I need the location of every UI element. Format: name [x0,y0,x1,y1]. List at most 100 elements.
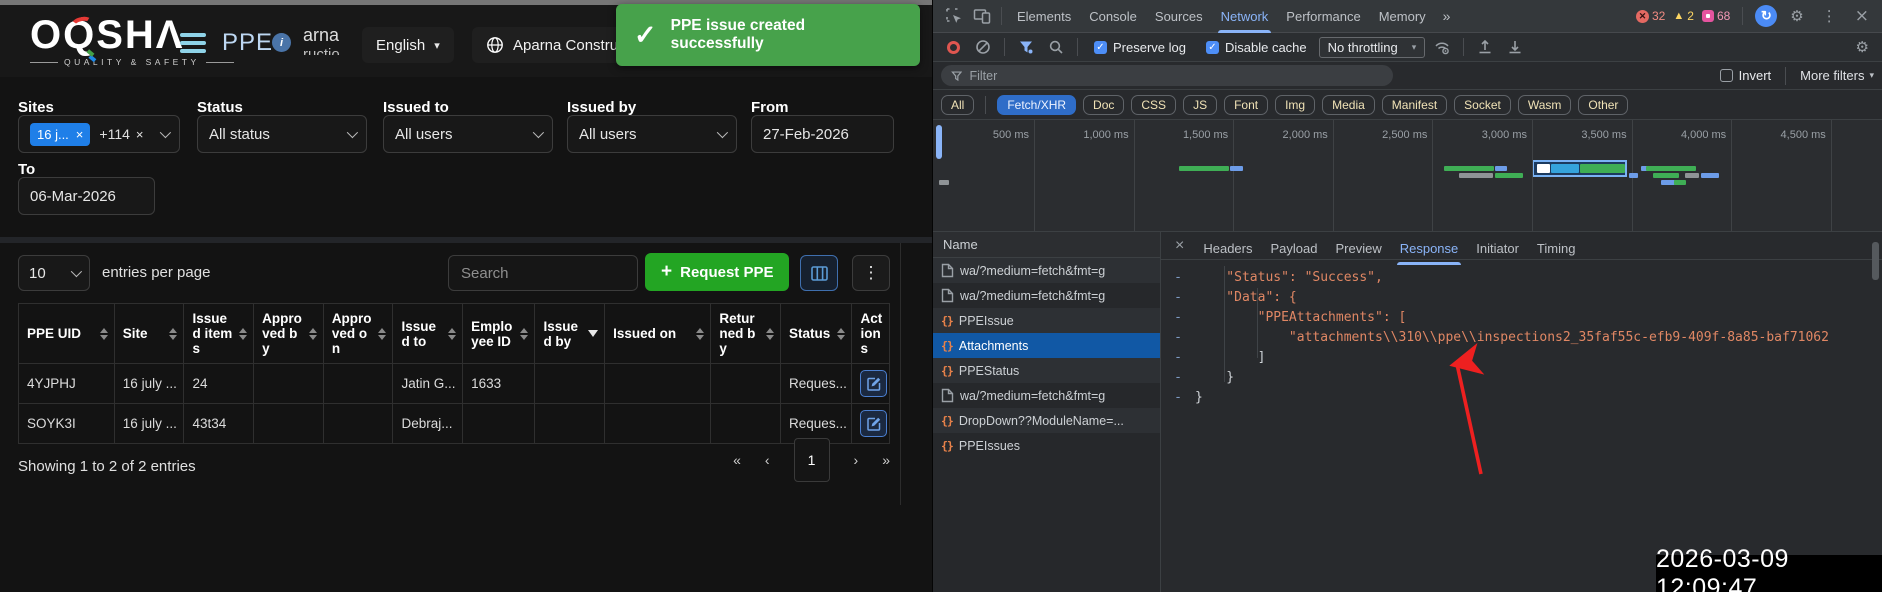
filter-funnel-icon[interactable] [1013,35,1039,59]
chip-css[interactable]: CSS [1131,95,1176,115]
to-date-input[interactable]: 06-Mar-2026 [18,177,155,215]
hamburger-menu-icon[interactable] [180,33,206,57]
waterfall-bar[interactable] [1661,180,1675,185]
tab-network[interactable]: Network [1212,0,1278,33]
column-header-ppe-uid[interactable]: PPE UID [19,304,115,364]
waterfall-bar[interactable] [1495,166,1507,171]
request-row[interactable]: {}PPEStatus [933,358,1160,383]
invert-filter-checkbox[interactable]: Invert [1720,68,1772,83]
waterfall-bar[interactable] [1653,173,1679,178]
search-icon[interactable] [1043,35,1069,59]
column-header-returned-by[interactable]: Returned by [711,304,781,364]
table-menu-button[interactable]: ⋮ [852,255,890,291]
request-row[interactable]: {}DropDown??ModuleName=... [933,408,1160,433]
tab-sources[interactable]: Sources [1146,0,1212,33]
sites-filter-select[interactable]: 16 j... × +114 × [18,115,180,153]
column-header-actions[interactable]: Actions [852,304,890,364]
inspect-element-icon[interactable] [941,4,967,28]
column-header-issued-items[interactable]: Issued items [184,304,254,364]
fold-marker[interactable]: - [1161,368,1195,388]
export-har-icon[interactable] [1502,35,1528,59]
request-ppe-button[interactable]: + Request PPE [645,253,789,291]
waterfall-bar[interactable] [1495,173,1523,178]
waterfall-bar[interactable] [1685,173,1699,178]
first-page-button[interactable]: « [733,452,741,468]
selected-request-bar[interactable] [1532,160,1627,177]
import-har-icon[interactable] [1472,35,1498,59]
more-sites-chip[interactable]: +114 × [99,126,143,142]
fold-marker[interactable]: - [1161,328,1195,348]
prev-page-button[interactable]: ‹ [765,452,770,468]
status-filter-select[interactable]: All status [197,115,367,153]
waterfall-bar[interactable] [1674,180,1686,185]
request-row[interactable]: wa/?medium=fetch&fmt=g [933,383,1160,408]
fold-marker[interactable]: - [1161,288,1195,308]
request-row[interactable]: {}PPEIssues [933,433,1160,458]
column-header-issued-on[interactable]: Issued on [605,304,711,364]
waterfall-bar[interactable] [1646,166,1696,171]
more-panels-icon[interactable]: » [1437,8,1457,24]
issued-by-filter-select[interactable]: All users [567,115,737,153]
network-filter-input[interactable] [969,69,1383,83]
throttling-select[interactable]: No throttling ▾ [1319,37,1426,58]
search-input[interactable] [448,255,638,291]
waterfall-bar[interactable] [1444,166,1494,171]
network-overview-timeline[interactable]: 500 ms1,000 ms1,500 ms2,000 ms2,500 ms3,… [933,120,1882,232]
issued-to-filter-select[interactable]: All users [383,115,553,153]
chip-socket[interactable]: Socket [1454,95,1511,115]
waterfall-bar[interactable] [1179,166,1229,171]
error-badge[interactable]: ✕ 32 [1636,9,1665,23]
chip-manifest[interactable]: Manifest [1382,95,1447,115]
clear-network-log-icon[interactable] [970,35,996,59]
edit-issue-button[interactable] [860,370,887,397]
network-settings-gear-icon[interactable]: ⚙ [1851,38,1874,56]
last-page-button[interactable]: » [882,452,890,468]
column-header-approved-by[interactable]: Approved by [254,304,324,364]
remove-site-icon[interactable]: × [76,128,84,141]
current-page-button[interactable]: 1 [794,438,830,482]
info-icon[interactable]: i [272,33,291,52]
from-date-input[interactable]: 27-Feb-2026 [751,115,894,153]
tab-console[interactable]: Console [1080,0,1146,33]
network-conditions-icon[interactable] [1429,35,1455,59]
request-row[interactable]: {}Attachments [933,333,1160,358]
preserve-log-checkbox[interactable]: ✓ Preserve log [1094,40,1186,55]
request-row[interactable]: wa/?medium=fetch&fmt=g [933,283,1160,308]
column-visibility-button[interactable] [800,255,838,291]
chip-font[interactable]: Font [1224,95,1268,115]
chip-other[interactable]: Other [1578,95,1628,115]
chip-fetch-xhr[interactable]: Fetch/XHR [997,95,1076,115]
column-header-site[interactable]: Site [114,304,184,364]
column-header-issued-to[interactable]: Issued to [393,304,463,364]
disable-cache-checkbox[interactable]: ✓ Disable cache [1206,40,1307,55]
issues-badge[interactable]: 68 [1702,9,1730,23]
toast-notification[interactable]: ✓ PPE issue created successfully [616,4,920,66]
close-devtools-icon[interactable]: × [1850,6,1874,26]
chip-doc[interactable]: Doc [1083,95,1124,115]
next-page-button[interactable]: › [854,452,859,468]
chip-wasm[interactable]: Wasm [1518,95,1572,115]
close-detail-icon[interactable]: × [1165,237,1194,255]
extension-icon[interactable]: ↻ [1755,5,1777,27]
devtools-menu-icon[interactable]: ⋮ [1817,7,1842,25]
fold-marker[interactable]: - [1161,268,1195,288]
settings-gear-icon[interactable]: ⚙ [1785,7,1808,25]
column-header-approved-on[interactable]: Approved on [323,304,393,364]
fold-marker[interactable]: - [1161,388,1195,408]
column-header-status[interactable]: Status [781,304,852,364]
chip-media[interactable]: Media [1322,95,1375,115]
tab-memory[interactable]: Memory [1370,0,1435,33]
timeline-handle[interactable] [936,125,942,159]
waterfall-bar[interactable] [939,180,949,185]
request-row[interactable]: {}PPEIssue [933,308,1160,333]
waterfall-bar[interactable] [1629,173,1638,178]
site-chip[interactable]: 16 j... × [30,123,90,146]
waterfall-bar[interactable] [1701,173,1719,178]
chip-img[interactable]: Img [1275,95,1315,115]
language-selector[interactable]: English ▾ [362,27,454,63]
device-toolbar-icon[interactable] [969,4,995,28]
column-header-employee-id[interactable]: Employee ID [463,304,535,364]
chip-js[interactable]: JS [1183,95,1217,115]
network-filter-input-pill[interactable] [941,65,1393,86]
chip-all[interactable]: All [941,95,974,115]
